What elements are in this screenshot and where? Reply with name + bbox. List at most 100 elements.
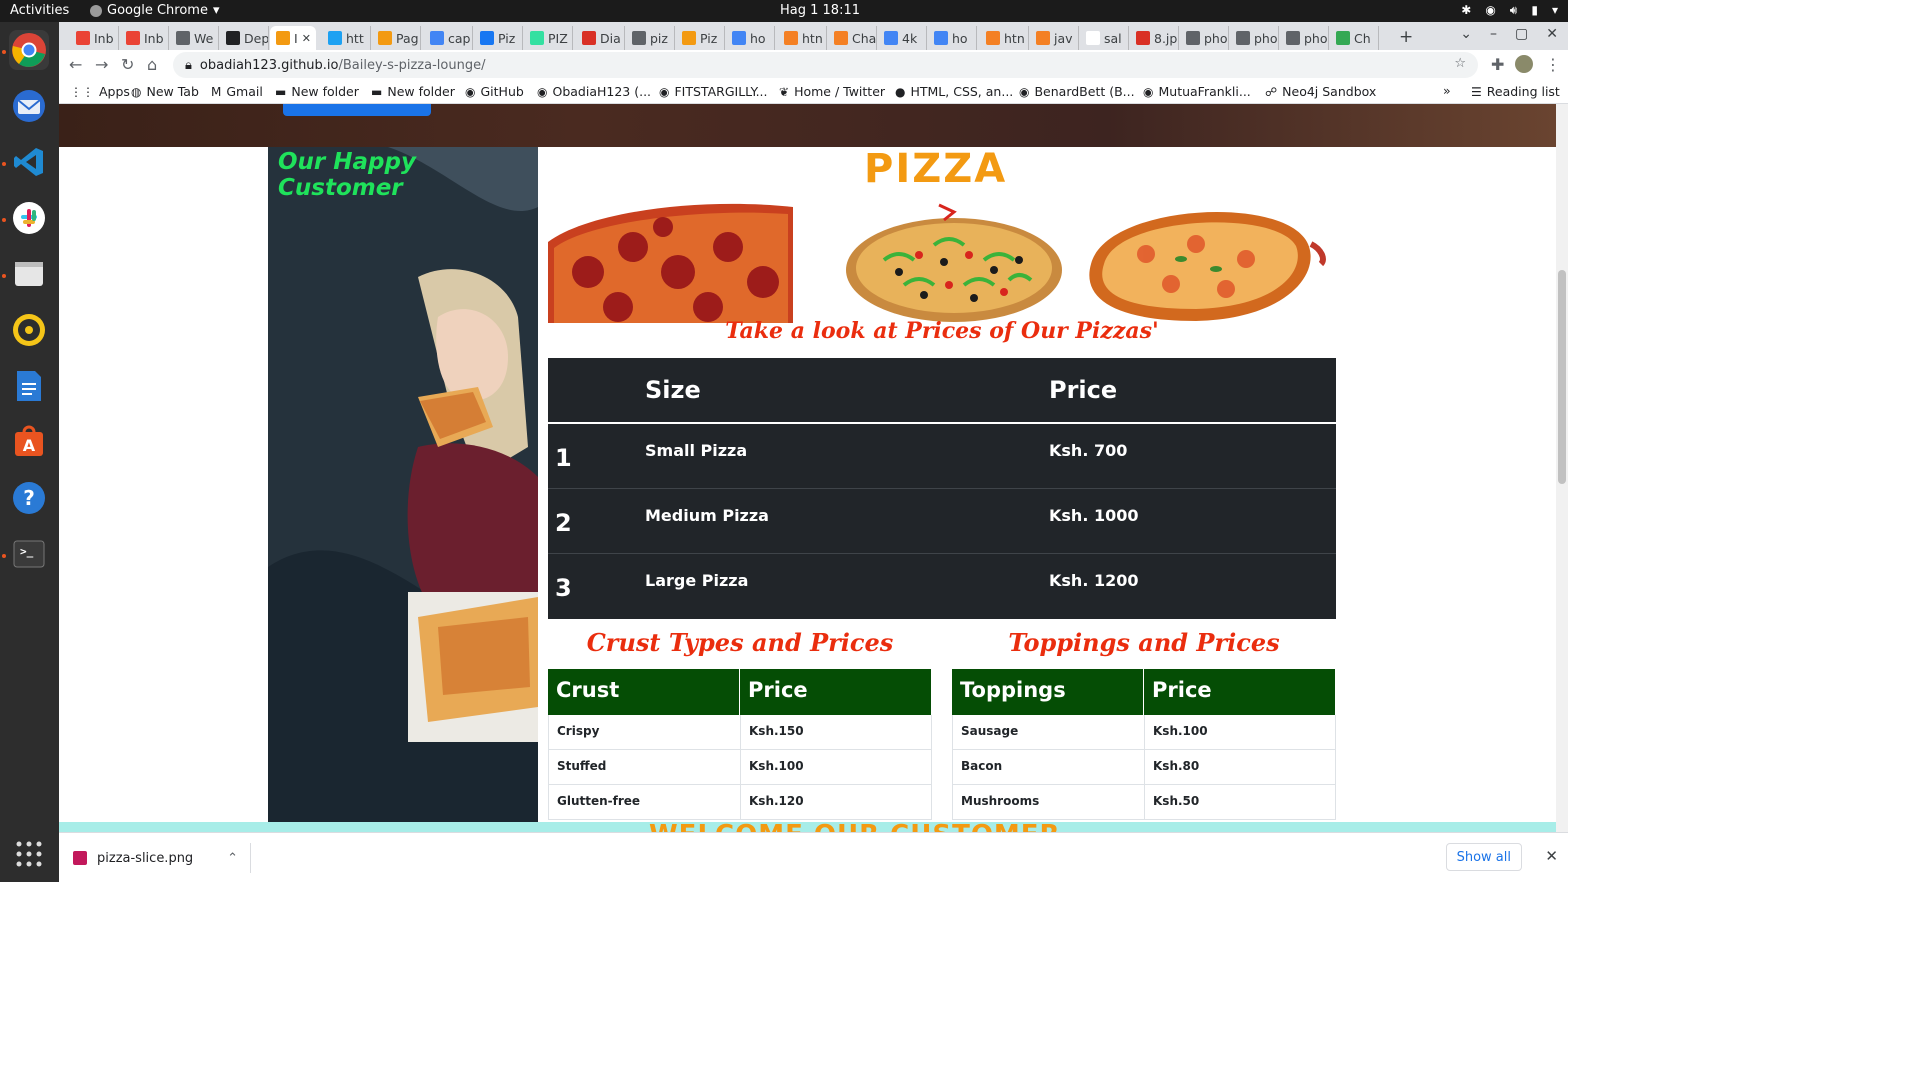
browser-tab[interactable]: htt	[322, 26, 371, 50]
bookmark-item[interactable]: ▬ New folder	[371, 84, 455, 99]
bookmark-item[interactable]: ● HTML, CSS, an...	[895, 84, 1013, 99]
slack-icon[interactable]	[9, 198, 49, 238]
browser-tab[interactable]: 8.jp	[1130, 26, 1179, 50]
files-icon[interactable]	[9, 254, 49, 294]
thunderbird-icon[interactable]	[9, 86, 49, 126]
minimize-button[interactable]: –	[1490, 26, 1497, 42]
browser-tab[interactable]: Dep	[220, 26, 269, 50]
browser-tab[interactable]: Inb	[70, 26, 119, 50]
browser-tab[interactable]: 4k	[878, 26, 927, 50]
home-icon[interactable]: ⌂	[147, 55, 157, 74]
browser-tab[interactable]: pho	[1180, 26, 1229, 50]
browser-tab[interactable]: piz	[626, 26, 675, 50]
show-applications-icon[interactable]	[9, 834, 49, 874]
browser-tab[interactable]: Inb	[120, 26, 169, 50]
browser-tab[interactable]: ho	[928, 26, 977, 50]
page-scrollbar[interactable]	[1556, 104, 1568, 832]
browser-tab[interactable]: Cha	[828, 26, 877, 50]
system-tray[interactable]: ✱ ◉ 🔊︎ ▮ ▾	[1461, 3, 1558, 18]
reading-list-button[interactable]: ☰ Reading list	[1471, 84, 1560, 99]
clock[interactable]: Hag 1 18:11	[780, 3, 860, 18]
browser-tab[interactable]: cap	[424, 26, 473, 50]
browser-tab[interactable]: jav	[1030, 26, 1079, 50]
pizza-title: PIZZA	[864, 146, 1008, 192]
ubuntu-software-icon[interactable]: A	[9, 422, 49, 462]
bookmark-item[interactable]: M Gmail	[211, 84, 263, 99]
profile-avatar[interactable]	[1515, 55, 1533, 73]
lock-icon[interactable]: 🔒︎	[185, 58, 192, 73]
bookmark-item[interactable]: ◉ MutuaFrankli...	[1143, 84, 1251, 99]
wifi-icon[interactable]: ◉	[1485, 3, 1495, 18]
chevron-down-icon: ▾	[212, 3, 220, 18]
activities-button[interactable]: Activities	[10, 3, 69, 18]
volume-icon[interactable]: 🔊︎	[1510, 3, 1518, 18]
new-tab-button[interactable]: +	[1399, 27, 1413, 47]
welcome-text: WELCOME OUR CUSTOMER	[649, 822, 1061, 832]
crust-price: Ksh.100	[740, 750, 932, 784]
bookmark-item[interactable]: ❦ Home / Twitter	[779, 84, 885, 99]
browser-tab[interactable]: htn	[980, 26, 1029, 50]
browser-tab[interactable]: Dia	[576, 26, 625, 50]
download-item[interactable]: pizza-slice.png ⌃	[73, 843, 251, 873]
bookmark-item[interactable]: ▬ New folder	[275, 84, 359, 99]
libreoffice-writer-icon[interactable]	[9, 366, 49, 406]
maximize-button[interactable]: ▢	[1515, 26, 1528, 42]
extensions-puzzle-icon[interactable]: ✚	[1491, 55, 1504, 74]
slack-tray-icon[interactable]: ✱	[1461, 3, 1471, 18]
github-icon	[226, 31, 240, 45]
tab-close-icon[interactable]: ✕	[302, 32, 311, 45]
bookmark-item[interactable]: ◉ FITSTARGILLY...	[659, 84, 768, 99]
browser-tab[interactable]: Ch	[1330, 26, 1379, 50]
browser-tab[interactable]: We	[170, 26, 219, 50]
browser-tab[interactable]: PIZ	[524, 26, 573, 50]
bookmark-item[interactable]: ◉ GitHub	[465, 84, 524, 99]
google-icon	[430, 31, 444, 45]
chrome-dock-icon[interactable]	[9, 30, 49, 70]
more-menu-icon[interactable]: ⋮	[1545, 55, 1561, 74]
browser-tab[interactable]: htn	[778, 26, 827, 50]
bookmark-item[interactable]: ⋮⋮ Apps	[70, 84, 130, 99]
browser-tab[interactable]: Piz	[474, 26, 523, 50]
show-all-button[interactable]: Show all	[1445, 843, 1522, 871]
tab-search-icon[interactable]: ⌄	[1460, 26, 1472, 42]
scrollbar-thumb[interactable]	[1558, 270, 1566, 484]
vscode-icon[interactable]	[9, 142, 49, 182]
toppings-column-header: Toppings	[952, 669, 1144, 715]
github-icon: ◉	[537, 84, 548, 99]
tab-label: htn	[802, 30, 823, 46]
close-window-button[interactable]: ✕	[1546, 26, 1558, 42]
chevron-up-icon[interactable]: ⌃	[227, 851, 238, 866]
browser-tab[interactable]: Piz	[676, 26, 725, 50]
hero-banner	[59, 104, 1556, 147]
hero-cta-button[interactable]	[283, 104, 431, 116]
browser-tab[interactable]: I ✕	[270, 26, 316, 50]
browser-tab[interactable]: pho	[1280, 26, 1329, 50]
bookmark-star-icon[interactable]: ☆	[1454, 56, 1466, 71]
browser-tab[interactable]: sal	[1080, 26, 1129, 50]
browser-tab[interactable]: Pag	[372, 26, 421, 50]
terminal-icon[interactable]: >_	[9, 534, 49, 574]
table-header-row: Crust Price	[548, 669, 932, 715]
help-icon[interactable]: ?	[9, 478, 49, 518]
bookmarks-overflow-icon[interactable]: »	[1443, 83, 1451, 98]
browser-tab[interactable]: ho	[726, 26, 775, 50]
bookmark-item[interactable]: ◉ BenardBett (B...	[1019, 84, 1135, 99]
tab-label: Dep	[244, 30, 269, 46]
address-bar[interactable]: 🔒︎ obadiah123.github.io/Bailey-s-pizza-l…	[173, 52, 1478, 78]
battery-icon[interactable]: ▮	[1531, 3, 1538, 18]
svg-text:>_: >_	[20, 545, 34, 558]
chevron-down-icon[interactable]: ▾	[1552, 3, 1558, 18]
price-column-header: Price	[740, 669, 932, 715]
bookmark-item[interactable]: ☍ Neo4j Sandbox	[1265, 84, 1376, 99]
browser-tab[interactable]: pho	[1230, 26, 1279, 50]
back-arrow-icon[interactable]: ←	[69, 55, 82, 74]
google-icon	[732, 31, 746, 45]
bookmark-item[interactable]: ◍ New Tab	[131, 84, 199, 99]
bookmark-item[interactable]: ◉ ObadiaH123 (...	[537, 84, 651, 99]
forward-arrow-icon[interactable]: →	[95, 55, 108, 74]
reload-icon[interactable]: ↻	[121, 55, 134, 74]
app-menu[interactable]: Google Chrome ▾	[90, 3, 220, 18]
rhythmbox-icon[interactable]	[9, 310, 49, 350]
close-icon[interactable]: ✕	[1545, 847, 1558, 865]
folder-icon: ▬	[371, 84, 383, 99]
